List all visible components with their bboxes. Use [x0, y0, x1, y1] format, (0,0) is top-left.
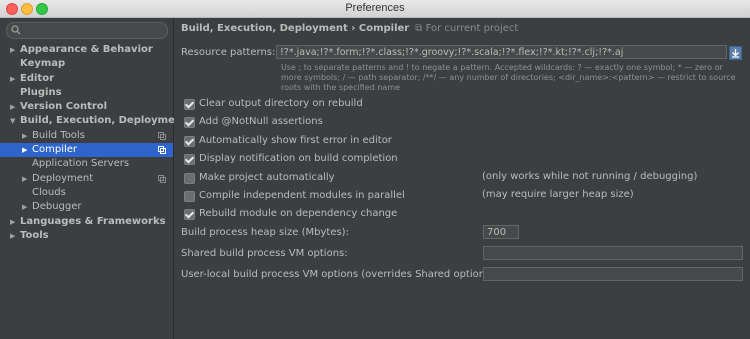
collapsed-arrow-icon[interactable]: ▶ [10, 229, 15, 243]
collapsed-arrow-icon[interactable]: ▶ [22, 200, 27, 214]
sidebar-item-label: Application Servers [32, 158, 130, 170]
sidebar-item-label: Version Control [20, 101, 108, 113]
heap-size-input[interactable]: 700 [483, 225, 519, 239]
sidebar-item[interactable]: Clouds [0, 186, 173, 200]
breadcrumb: Build, Execution, Deployment › Compiler ⧉… [181, 23, 518, 34]
collapsed-arrow-icon[interactable]: ▶ [10, 43, 15, 57]
project-scope-label: ⧉ For current project [415, 23, 519, 34]
sidebar-item-label: Keymap [20, 58, 66, 70]
unchecked-checkbox[interactable] [184, 191, 195, 202]
resource-patterns-input[interactable]: !?*.java;!?*.form;!?*.class;!?*.groovy;!… [276, 45, 727, 59]
user-vm-options-input[interactable] [483, 267, 743, 281]
option-note: (may require larger heap size) [482, 189, 634, 200]
user-vm-options-label: User-local build process VM options (ove… [181, 269, 498, 280]
compiler-settings-panel: Build, Execution, Deployment › Compiler ⧉… [174, 18, 750, 339]
sidebar-item-label: Languages & Frameworks [20, 215, 166, 227]
heap-size-label: Build process heap size (Mbytes): [181, 227, 349, 238]
checked-checkbox[interactable] [184, 99, 195, 110]
collapsed-arrow-icon[interactable]: ▶ [22, 129, 27, 143]
checked-checkbox[interactable] [184, 154, 195, 166]
checked-checkbox[interactable] [184, 209, 195, 221]
option-label: Rebuild module on dependency change [199, 208, 398, 220]
option-note: (only works while not running / debuggin… [482, 170, 698, 182]
collapsed-arrow-icon[interactable]: ▶ [22, 143, 27, 157]
sidebar-item-label: Build Tools [32, 129, 85, 141]
checked-checkbox[interactable] [184, 117, 195, 129]
sidebar-item-label: Clouds [32, 186, 66, 198]
expanded-arrow-icon[interactable]: ▼ [10, 114, 15, 128]
sidebar-item-label: Appearance & Behavior [20, 44, 153, 55]
search-icon [11, 25, 21, 35]
search-input[interactable] [6, 22, 168, 39]
sidebar-item-label: Editor [20, 72, 54, 84]
project-scope-icon [158, 146, 166, 155]
unchecked-checkbox[interactable] [184, 172, 195, 184]
settings-tree: ▶ Appearance & Behavior Keymap ▶ Editor Plugi… [0, 43, 187, 243]
sidebar-item[interactable]: ▼ Build, Execution, Deployment [0, 114, 187, 128]
sidebar-item-label: Debugger [32, 201, 82, 213]
sidebar-item[interactable]: ▶ Version Control [0, 100, 173, 114]
download-icon [732, 49, 739, 58]
resource-patterns-label: Resource patterns: [181, 47, 276, 58]
sidebar-item[interactable]: ▶ Tools [0, 229, 173, 243]
sidebar-item[interactable]: ▶ Appearance & Behavior [0, 43, 173, 57]
breadcrumb-path: Build, Execution, Deployment › Compiler [181, 23, 410, 34]
option-label: Automatically show first error in editor [199, 134, 392, 146]
project-scope-icon [158, 174, 166, 183]
sidebar-item[interactable]: Application Servers [0, 157, 173, 171]
collapsed-arrow-icon[interactable]: ▶ [22, 172, 27, 186]
option-label: Compile independent modules in parallel [199, 190, 405, 201]
sidebar-item[interactable]: Plugins [0, 86, 173, 100]
sidebar-item[interactable]: ▶ Debugger [0, 200, 173, 214]
sidebar-item-label: Compiler [32, 144, 78, 156]
window-title: Preferences [345, 2, 405, 14]
sidebar-item[interactable]: Keymap [0, 57, 173, 71]
project-scope-text: For current project [425, 23, 519, 34]
sidebar-item-label: Build, Execution, Deployment [20, 115, 187, 127]
sidebar-item[interactable]: ▶ Compiler [0, 143, 173, 158]
settings-sidebar: ▶ Appearance & Behavior Keymap ▶ Editor Plugi… [0, 18, 187, 339]
collapsed-arrow-icon[interactable]: ▶ [10, 100, 15, 114]
checked-checkbox[interactable] [184, 135, 195, 147]
sidebar-item-label: Plugins [20, 86, 62, 98]
option-label: Make project automatically [199, 171, 335, 183]
option-label: Clear output directory on rebuild [199, 98, 363, 109]
sidebar-item[interactable]: ▶ Build Tools [0, 129, 173, 143]
sidebar-item[interactable]: ▶ Languages & Frameworks [0, 215, 173, 229]
collapsed-arrow-icon[interactable]: ▶ [10, 72, 15, 86]
sidebar-item[interactable]: ▶ Deployment [0, 172, 173, 186]
sidebar-item-label: Deployment [32, 172, 94, 184]
shared-vm-options-input[interactable] [483, 246, 743, 260]
option-label: Display notification on build completion [199, 153, 398, 165]
expand-patterns-button[interactable] [729, 46, 742, 60]
sidebar-item-label: Tools [20, 229, 49, 241]
title-bar: Preferences [0, 0, 750, 18]
patterns-hint: Use ; to separate patterns and ! to nega… [281, 63, 736, 92]
sidebar-item[interactable]: ▶ Editor [0, 72, 173, 86]
collapsed-arrow-icon[interactable]: ▶ [10, 215, 15, 229]
option-label: Add @NotNull assertions [199, 116, 323, 128]
project-scope-icon [158, 131, 166, 140]
shared-vm-options-label: Shared build process VM options: [181, 248, 348, 259]
